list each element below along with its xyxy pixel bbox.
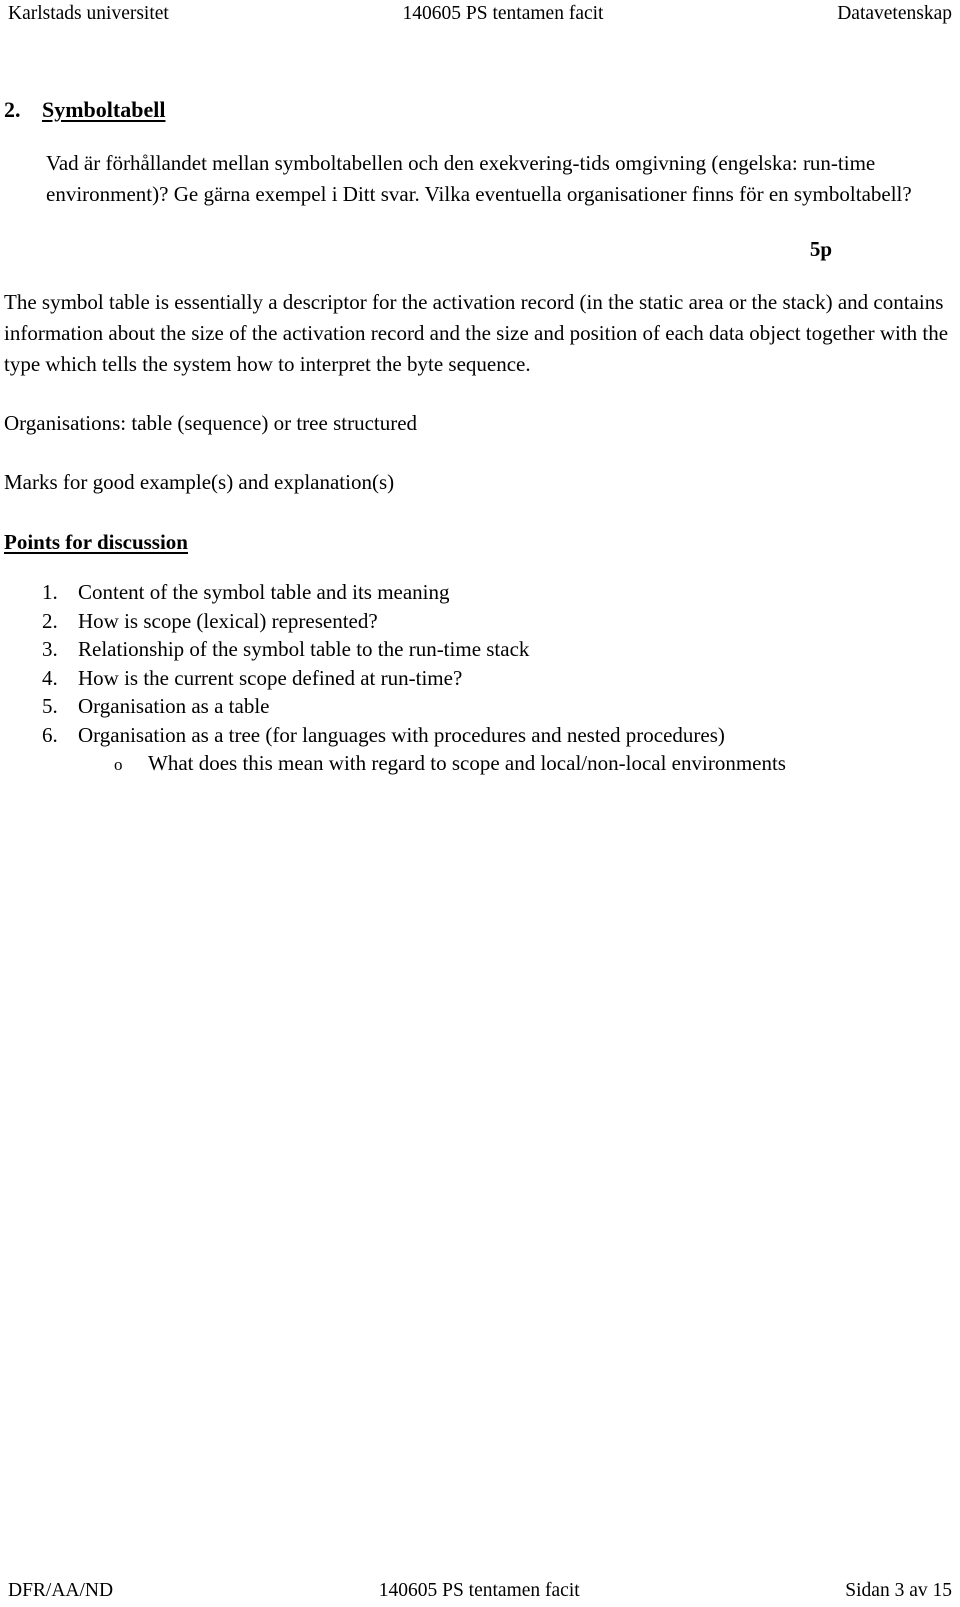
page-footer: DFR/AA/ND 140605 PS tentamen facit Sidan… xyxy=(8,1577,952,1603)
footer-page-number: Sidan 3 av 15 xyxy=(845,1580,952,1601)
answer-marks-note: Marks for good example(s) and explanatio… xyxy=(4,470,395,494)
list-item-label: Organisation as a tree (for languages wi… xyxy=(78,722,725,747)
points-sub-list: o What does this mean with regard to sco… xyxy=(4,749,950,780)
answer-organisations: Organisations: table (sequence) or tree … xyxy=(4,411,418,435)
list-item-marker: 6. xyxy=(42,722,58,747)
list-item-marker: 1. xyxy=(42,580,58,604)
list-item: 2. How is scope (lexical) represented? xyxy=(4,607,950,636)
header-document-title: 140605 PS tentamen facit xyxy=(402,3,604,24)
points-heading-label: Points for discussion xyxy=(4,530,188,554)
points-for-discussion-heading: Points for discussion xyxy=(4,528,950,556)
footer-authors: DFR/AA/ND xyxy=(8,1580,114,1601)
answer-paragraph: The symbol table is essentially a descri… xyxy=(4,290,949,376)
footer-document-title: 140605 PS tentamen facit xyxy=(378,1580,580,1601)
section-number: 2. xyxy=(4,97,21,122)
list-item: 6. Organisation as a tree (for languages… xyxy=(4,721,950,750)
list-item-label: Organisation as a table xyxy=(78,694,270,718)
list-item: 5. Organisation as a table xyxy=(4,692,950,721)
list-item-marker: 3. xyxy=(42,637,58,661)
document-page: Karlstads universitet 140605 PS tentamen… xyxy=(0,0,960,1607)
list-item: 1. Content of the symbol table and its m… xyxy=(4,578,950,607)
list-item-label: How is scope (lexical) represented? xyxy=(78,608,378,633)
list-item-label: How is the current scope defined at run-… xyxy=(78,665,463,690)
page-header: Karlstads universitet 140605 PS tentamen… xyxy=(8,2,952,28)
sub-list-item-label: What does this mean with regard to scope… xyxy=(148,751,786,775)
question-text: Vad är förhållandet mellan symboltabelle… xyxy=(46,151,912,206)
list-item: 4. How is the current scope defined at r… xyxy=(4,664,950,693)
header-department: Datavetenskap xyxy=(837,3,952,24)
document-body: 2. Symboltabell Vad är förhållandet mell… xyxy=(4,96,950,780)
section-title: Symboltabell xyxy=(42,97,166,122)
list-item: 3. Relationship of the symbol table to t… xyxy=(4,635,950,664)
points-list: 1. Content of the symbol table and its m… xyxy=(4,578,950,749)
list-item-marker: 5. xyxy=(42,694,58,718)
sub-list-item: o What does this mean with regard to sco… xyxy=(4,749,950,780)
header-institution: Karlstads universitet xyxy=(8,3,169,24)
section-heading: 2. Symboltabell xyxy=(4,96,950,124)
list-item-marker: 4. xyxy=(42,665,58,690)
list-item-label: Relationship of the symbol table to the … xyxy=(78,637,530,661)
marks-value: 5p xyxy=(809,237,832,261)
list-item-label: Content of the symbol table and its mean… xyxy=(78,580,450,604)
list-item-marker: 2. xyxy=(42,608,58,633)
sub-list-item-marker: o xyxy=(114,755,123,774)
